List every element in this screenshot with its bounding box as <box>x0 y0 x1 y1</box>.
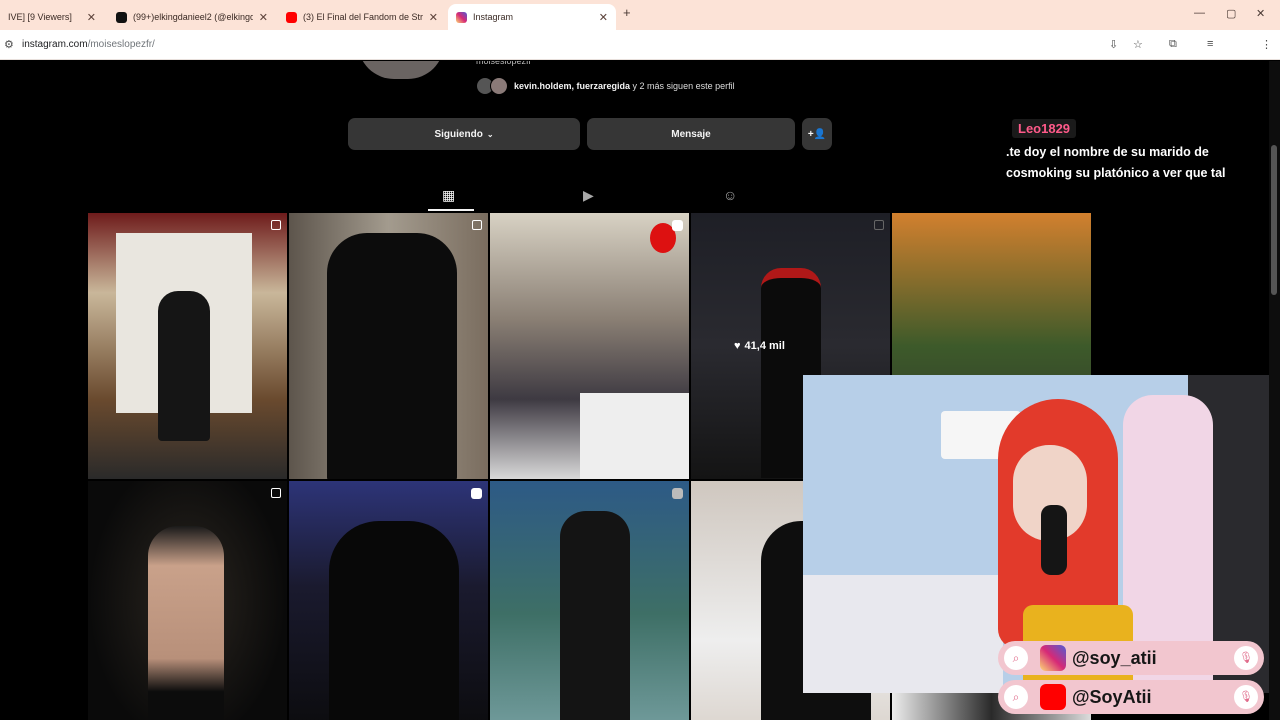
bookmark-star-icon[interactable]: ☆ <box>1133 38 1143 51</box>
tiktok-icon <box>116 11 127 23</box>
browser-tab-tiktok[interactable]: (99+)elkingdanieel2 (@elkingd ✕ <box>108 4 276 30</box>
grid-icon[interactable]: ▦ <box>442 187 455 204</box>
microphone-icon: 🎙 <box>1234 685 1258 709</box>
site-info-icon[interactable]: ⚙ <box>4 38 14 51</box>
photo-person <box>148 526 224 720</box>
follower-avatar <box>490 77 508 95</box>
reel-icon <box>672 488 683 499</box>
social-handle-youtube: ⌕ @SoyAtii 🎙 <box>998 680 1264 714</box>
youtube-icon <box>1040 684 1066 710</box>
media-control-icon[interactable]: ≡ <box>1207 38 1213 50</box>
followed-by-rest: y 2 más siguen este perfil <box>630 81 735 91</box>
url-path: /moiseslopezfr/ <box>87 39 155 50</box>
post-thumbnail[interactable] <box>490 213 689 479</box>
carousel-icon <box>874 220 884 230</box>
scrollbar-thumb[interactable] <box>1271 145 1277 295</box>
suggest-people-button[interactable]: +👤 <box>802 118 832 150</box>
photo-person <box>158 291 210 441</box>
tab-label: Instagram <box>473 12 514 22</box>
carousel-icon <box>271 488 281 498</box>
youtube-icon <box>286 11 297 23</box>
instagram-handle: @soy_atii <box>1072 647 1157 668</box>
likes-count: 41,4 mil <box>744 340 785 352</box>
chat-username: Leo1829 <box>1012 119 1077 138</box>
tagged-icon[interactable]: ☺ <box>723 187 737 203</box>
close-icon[interactable]: ✕ <box>259 11 268 24</box>
profile-tabs: ▦ ▶ ☺ <box>0 181 1280 211</box>
carousel-icon <box>271 220 281 230</box>
photo-person <box>327 233 457 479</box>
post-thumbnail[interactable] <box>490 481 689 720</box>
tab-label: IVE] [9 Viewers] <box>8 12 72 22</box>
browser-tab-instagram[interactable]: Instagram ✕ <box>448 4 616 30</box>
install-app-icon[interactable]: ⇩ <box>1109 38 1118 51</box>
close-icon[interactable]: ✕ <box>429 11 438 24</box>
profile-avatar-image[interactable] <box>358 61 444 79</box>
post-thumbnail[interactable] <box>88 481 287 720</box>
search-icon: ⌕ <box>1004 685 1028 709</box>
instagram-icon <box>456 11 467 23</box>
carousel-icon <box>472 220 482 230</box>
tab-label: (3) El Final del Fandom de Stran <box>303 12 423 22</box>
post-thumbnail[interactable] <box>289 481 488 720</box>
post-thumbnail[interactable] <box>289 213 488 479</box>
browser-tab-bar: IVE] [9 Viewers] ✕ (99+)elkingdanieel2 (… <box>0 0 1280 30</box>
close-icon[interactable]: ✕ <box>87 11 96 24</box>
following-label: Siguiendo <box>434 128 483 140</box>
reel-icon <box>471 488 482 499</box>
chevron-down-icon: ⌄ <box>486 129 494 139</box>
followed-by-line[interactable]: kevin.holdem, fuerzaregida y 2 más sigue… <box>476 77 735 95</box>
url-field[interactable]: instagram.com/moiseslopezfr/ <box>22 39 155 50</box>
url-host: instagram.com <box>22 39 88 50</box>
profile-username: moiseslopezfr <box>476 61 532 66</box>
stream-chat-overlay: Leo1829 .te doy el nombre de su marido d… <box>1002 119 1264 184</box>
reels-icon[interactable]: ▶ <box>583 187 594 204</box>
photo-bags <box>580 393 689 479</box>
youtube-handle: @SoyAtii <box>1072 686 1152 707</box>
message-button[interactable]: Mensaje <box>587 118 795 150</box>
browser-tab-youtube[interactable]: (3) El Final del Fandom de Stran ✕ <box>278 4 446 30</box>
post-likes-overlay: ♥ 41,4 mil <box>734 340 785 352</box>
instagram-profile-page: moiseslopezfr kevin.holdem, fuerzaregida… <box>0 61 1280 720</box>
add-person-icon: +👤 <box>807 128 827 140</box>
reel-icon <box>672 220 683 231</box>
photo-person <box>329 521 459 720</box>
message-label: Mensaje <box>671 128 711 140</box>
browser-tab-stream[interactable]: IVE] [9 Viewers] ✕ <box>0 4 104 30</box>
address-bar: ⚙ instagram.com/moiseslopezfr/ ⇩ ☆ ⧉ ≡ F… <box>0 30 1280 82</box>
social-handle-instagram: ⌕ @soy_atii 🎙 <box>998 641 1264 675</box>
microphone-icon: 🎙 <box>1234 646 1258 670</box>
new-tab-button[interactable]: + <box>623 5 631 20</box>
heart-icon: ♥ <box>734 340 741 352</box>
menu-kebab-icon[interactable]: ⋮ <box>1261 38 1272 51</box>
search-icon: ⌕ <box>1004 646 1028 670</box>
minimize-icon[interactable]: — <box>1194 7 1205 19</box>
chat-message: .te doy el nombre de su marido de cosmok… <box>1006 145 1226 180</box>
maximize-icon[interactable]: ▢ <box>1226 7 1236 20</box>
close-icon[interactable]: ✕ <box>599 11 608 24</box>
cam-microphone <box>1041 505 1067 575</box>
cam-bed <box>803 575 1003 693</box>
followed-by-names: kevin.holdem, fuerzaregida <box>514 81 631 91</box>
close-window-icon[interactable]: ✕ <box>1256 7 1265 20</box>
extensions-icon[interactable]: ⧉ <box>1169 38 1177 51</box>
tab-label: (99+)elkingdanieel2 (@elkingd <box>133 12 253 22</box>
photo-person <box>560 511 630 720</box>
post-thumbnail[interactable] <box>88 213 287 479</box>
following-button[interactable]: Siguiendo ⌄ <box>348 118 580 150</box>
instagram-icon <box>1040 645 1066 671</box>
active-tab-indicator <box>428 209 474 211</box>
